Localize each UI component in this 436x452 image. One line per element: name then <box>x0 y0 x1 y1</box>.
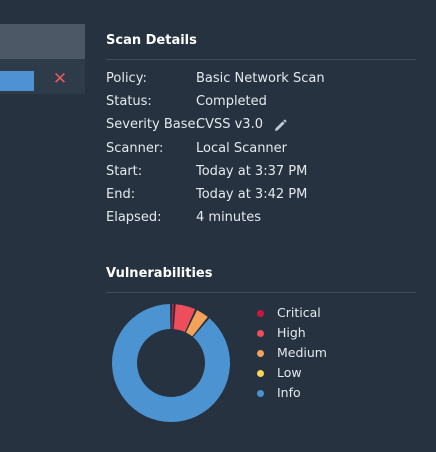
scan-details-title: Scan Details <box>106 33 197 48</box>
detail-value: Local Scanner <box>196 141 288 156</box>
legend-dot <box>257 330 264 337</box>
legend-label: Critical <box>277 305 321 320</box>
detail-value: CVSS v3.0 <box>196 117 263 132</box>
detail-key: Elapsed: <box>106 210 162 225</box>
legend-dot <box>257 310 264 317</box>
detail-key: Severity Base: <box>106 117 200 132</box>
legend-dot <box>257 370 264 377</box>
left-panel-header <box>0 24 85 59</box>
detail-value: Basic Network Scan <box>196 71 325 86</box>
left-panel: ✕ <box>0 24 85 94</box>
legend-dot <box>257 390 264 397</box>
detail-key: End: <box>106 187 136 202</box>
divider <box>106 59 416 60</box>
detail-key: Scanner: <box>106 141 164 156</box>
detail-value: Completed <box>196 94 267 109</box>
legend-label: Low <box>277 365 302 380</box>
scan-summary-panel: ✕ Scan Details Policy: Basic Network Sca… <box>0 0 436 452</box>
detail-key: Status: <box>106 94 152 109</box>
pencil-icon[interactable] <box>273 118 287 132</box>
progress-bar <box>0 71 34 91</box>
detail-value: Today at 3:42 PM <box>196 187 308 202</box>
detail-key: Policy: <box>106 71 147 86</box>
legend-label: Info <box>277 385 301 400</box>
detail-value: Today at 3:37 PM <box>196 164 308 179</box>
close-icon[interactable]: ✕ <box>51 68 69 90</box>
detail-value: 4 minutes <box>196 210 262 225</box>
detail-key: Start: <box>106 164 143 179</box>
legend-label: High <box>277 325 306 340</box>
legend-label: Medium <box>277 345 327 360</box>
vulnerabilities-donut-chart[interactable] <box>106 298 236 428</box>
legend-dot <box>257 350 264 357</box>
donut-slice-critical[interactable] <box>171 304 174 330</box>
vulnerabilities-title: Vulnerabilities <box>106 266 213 281</box>
donut-slice-info[interactable] <box>112 304 230 422</box>
divider <box>106 292 416 293</box>
